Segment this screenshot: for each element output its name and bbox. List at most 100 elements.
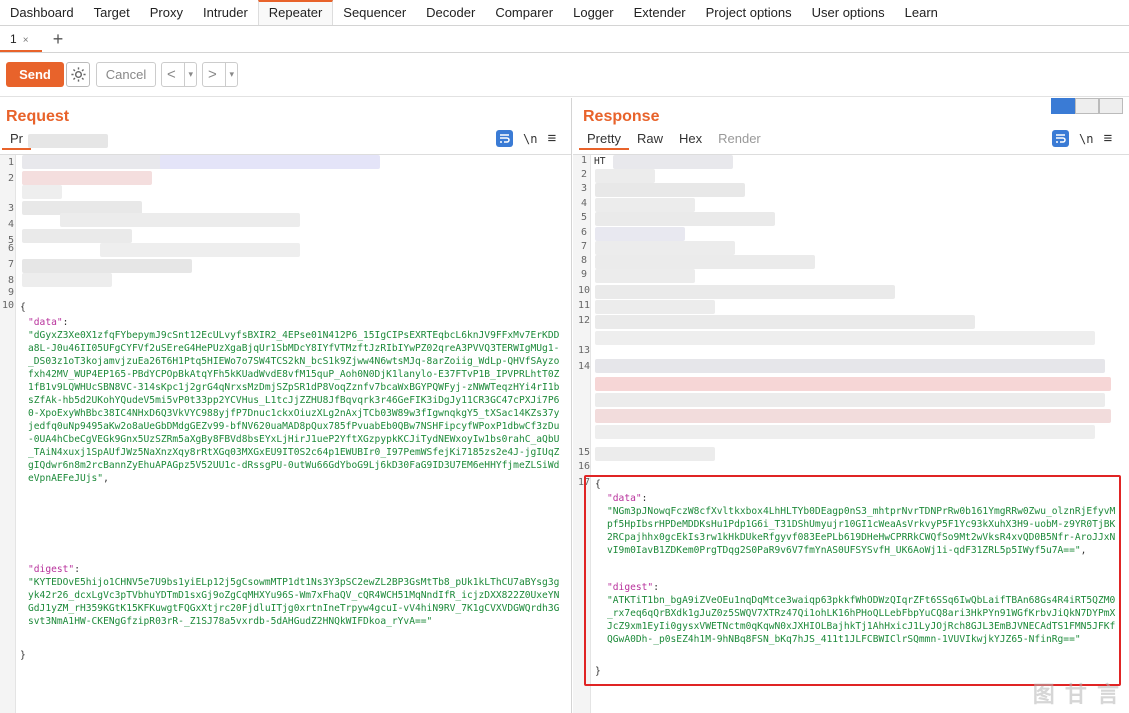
blurred-region (595, 183, 745, 197)
tab-dashboard[interactable]: Dashboard (0, 0, 84, 25)
add-tab-button[interactable]: + (48, 27, 68, 52)
blurred-region (100, 243, 300, 257)
wrap-toggle-icon[interactable] (1052, 130, 1069, 147)
line-number: 14 (577, 361, 590, 372)
line-number: 6 (580, 227, 587, 238)
settings-button[interactable] (66, 62, 90, 87)
response-editor[interactable]: 1 2 3 4 5 6 7 8 9 10 11 12 13 14 15 16 1… (573, 154, 1129, 713)
layout-tabs-icon[interactable] (1099, 98, 1123, 114)
code-line: { (20, 301, 26, 314)
json-colon: : (62, 317, 69, 328)
tab-user-options[interactable]: User options (802, 0, 895, 25)
response-pane: Response Pretty Raw Hex Render \n ≡ 1 2 … (573, 98, 1129, 713)
json-brace: { (595, 479, 601, 490)
blurred-region (595, 227, 685, 241)
chevron-right-icon: > (208, 66, 217, 83)
menu-icon[interactable]: ≡ (1103, 130, 1112, 147)
tab-extender[interactable]: Extender (624, 0, 696, 25)
close-icon[interactable]: × (23, 35, 29, 46)
line-number: 6 (7, 243, 14, 254)
json-value-data: "NGm3pJNowqFczW8cfXvltkxbox4LhHLTYb0DEag… (607, 505, 1117, 557)
chevron-down-icon[interactable]: ▾ (184, 63, 193, 86)
blurred-region (595, 393, 1105, 407)
tab-sequencer[interactable]: Sequencer (333, 0, 416, 25)
line-number: 3 (7, 203, 14, 214)
request-pane: Request Pr \n ≡ 1 2 3 4 5 6 7 8 9 10 {"… (0, 98, 572, 713)
code-line: } (20, 649, 26, 662)
json-comma: , (1080, 545, 1087, 556)
chevron-down-icon[interactable]: ▾ (225, 63, 234, 86)
line-number: 7 (7, 259, 14, 270)
tab-target[interactable]: Target (84, 0, 140, 25)
json-colon: : (641, 493, 648, 504)
line-number: 1 (7, 157, 14, 168)
tab-decoder[interactable]: Decoder (416, 0, 485, 25)
back-button[interactable]: < ▾ (161, 62, 197, 87)
blurred-region (22, 229, 132, 243)
layout-toggle (1051, 98, 1123, 114)
watermark: 图 甘 言 (1032, 682, 1121, 707)
blurred-region (28, 134, 108, 148)
json-value-digest: "ATKTiT1bn_bgA9iZVeOEu1nqDqMtce3waiqp63p… (607, 594, 1117, 646)
line-number: 9 (580, 269, 587, 280)
wrap-toggle-icon[interactable] (496, 130, 513, 147)
json-key: "digest" (28, 564, 75, 575)
response-tab-hex[interactable]: Hex (671, 128, 710, 150)
response-view-tabs: Pretty Raw Hex Render (579, 128, 769, 150)
line-number: 7 (580, 241, 587, 252)
layout-side-by-side-icon[interactable] (1051, 98, 1075, 114)
blurred-region (595, 359, 1105, 373)
json-brace: } (595, 666, 601, 677)
json-string: "dGyxZ3Xe0X1zfqFYbepymJ9cSnt12EcULvyfsBX… (28, 330, 560, 484)
layout-stacked-icon[interactable] (1075, 98, 1099, 114)
blurred-region (595, 241, 735, 255)
chevron-left-icon: < (167, 66, 176, 83)
blurred-region (595, 300, 715, 314)
tab-repeater[interactable]: Repeater (257, 0, 334, 25)
response-tab-raw[interactable]: Raw (629, 128, 671, 150)
tab-learn[interactable]: Learn (895, 0, 948, 25)
repeater-toolbar: Send Cancel < ▾ > ▾ (0, 53, 1129, 97)
tab-logger[interactable]: Logger (563, 0, 623, 25)
send-button[interactable]: Send (6, 62, 64, 87)
tab-intruder[interactable]: Intruder (193, 0, 258, 25)
tab-proxy[interactable]: Proxy (140, 0, 193, 25)
line-gutter: 1 2 3 4 5 6 7 8 9 10 (0, 155, 16, 713)
line-number: 4 (580, 198, 587, 209)
newline-toggle-icon[interactable]: \n (1079, 132, 1093, 146)
main-tab-bar: Dashboard Target Proxy Intruder Repeater… (0, 0, 1129, 26)
cancel-button[interactable]: Cancel (96, 62, 156, 87)
request-editor-controls: \n ≡ (496, 130, 556, 147)
request-title: Request (6, 108, 70, 125)
newline-toggle-icon[interactable]: \n (523, 132, 537, 146)
line-number: 12 (577, 315, 590, 326)
request-editor[interactable]: 1 2 3 4 5 6 7 8 9 10 { "data": "dGyxZ3Xe… (0, 154, 571, 713)
line-number: 16 (577, 461, 590, 472)
tab-project-options[interactable]: Project options (696, 0, 802, 25)
tab-comparer[interactable]: Comparer (485, 0, 563, 25)
line-number: 11 (577, 300, 590, 311)
json-colon: : (653, 582, 659, 593)
repeater-tab-1[interactable]: 1 × (0, 27, 42, 52)
repeater-tab-label: 1 (10, 32, 17, 46)
menu-icon[interactable]: ≡ (547, 130, 556, 147)
code-line: "digest": (28, 563, 80, 576)
code-line: "digest": (607, 581, 659, 594)
gear-icon (71, 67, 86, 82)
request-tab-pretty[interactable]: Pr (2, 128, 31, 150)
code-line: { (595, 478, 601, 491)
line-number: 8 (7, 275, 14, 286)
blurred-region (595, 212, 775, 226)
line-number: 2 (7, 173, 14, 184)
forward-button[interactable]: > ▾ (202, 62, 238, 87)
json-key: "data" (28, 317, 63, 328)
json-string: "NGm3pJNowqFczW8cfXvltkxbox4LhHLTYb0DEag… (607, 506, 1116, 556)
response-tab-render[interactable]: Render (710, 128, 769, 150)
json-value-digest: "KYTEDOvE5hijo1CHNV5e7U9bs1yiELp12j5gCso… (28, 576, 564, 628)
blurred-region (60, 213, 300, 227)
repeater-tab-strip: 1 × + (0, 27, 1129, 53)
response-tab-pretty[interactable]: Pretty (579, 128, 629, 150)
code-line: } (595, 665, 601, 678)
code-line: HT (594, 155, 606, 168)
line-number: 4 (7, 219, 14, 230)
